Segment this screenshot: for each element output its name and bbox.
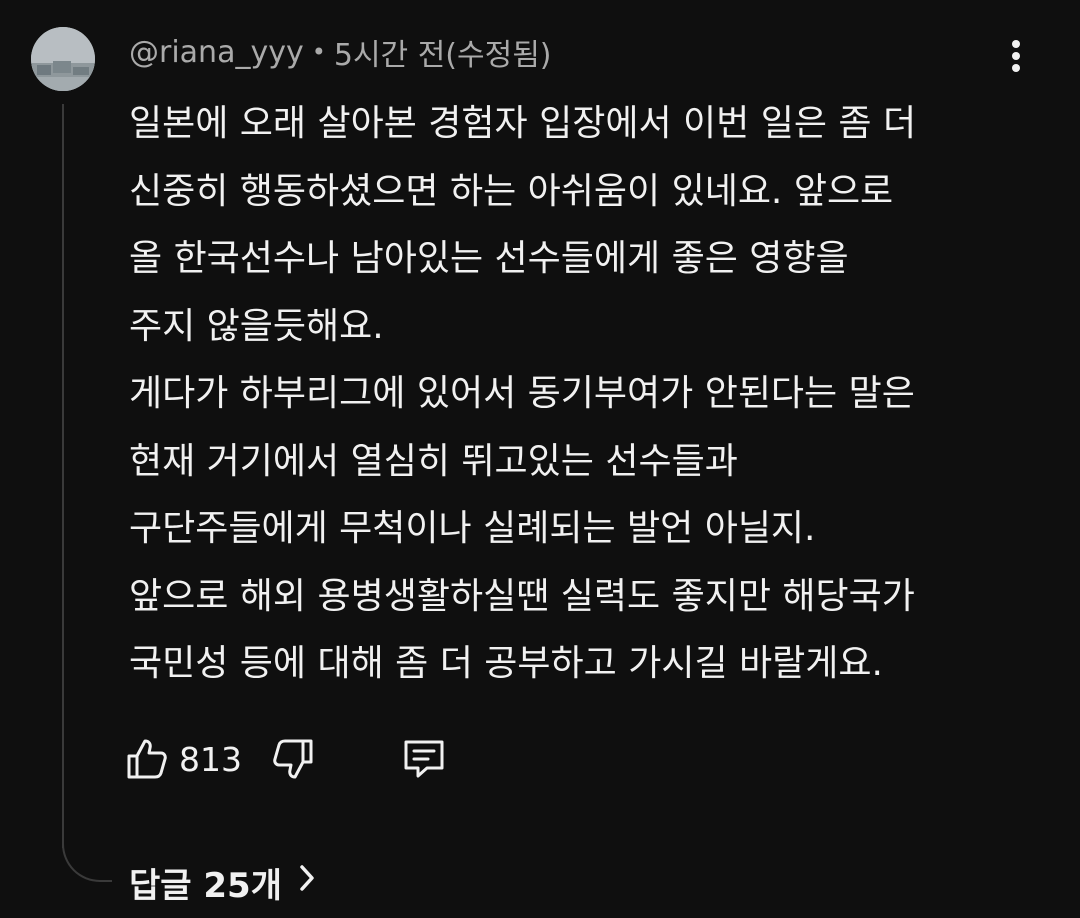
thumb-down-icon xyxy=(273,739,313,779)
replies-label: 답글 25개 xyxy=(129,865,282,906)
more-options-button[interactable] xyxy=(996,34,1036,78)
thread-connector xyxy=(62,836,112,882)
avatar-image xyxy=(31,27,95,91)
comment-line: 구단주들에게 무척이나 실례되는 발언 아닐지. xyxy=(129,508,816,549)
comment-actions: 813 xyxy=(124,734,484,784)
dislike-button[interactable] xyxy=(270,736,316,782)
comment-line: 현재 거기에서 열심히 뛰고있는 선수들과 xyxy=(129,440,738,482)
comment-line: 주지 않을듯해요. xyxy=(129,305,384,347)
more-vert-icon xyxy=(1012,40,1020,72)
comment-icon xyxy=(404,740,444,778)
comment-text: 일본에 오래 살아본 경험자 입장에서 이번 일은 좀 더 신중히 행동하셨으면… xyxy=(129,90,1029,698)
comment-header: @riana_yyy • 5시간 전(수정됨) xyxy=(129,30,552,74)
like-button[interactable] xyxy=(124,736,170,782)
reply-button[interactable] xyxy=(400,736,448,782)
comment-line: 일본에 오래 살아본 경험자 입장에서 이번 일은 좀 더 xyxy=(129,103,917,144)
header-separator: • xyxy=(311,38,326,66)
like-count: 813 xyxy=(179,740,242,779)
avatar[interactable] xyxy=(31,27,95,91)
comment-line: 국민성 등에 대해 좀 더 공부하고 가시길 바랄게요. xyxy=(129,643,883,684)
comment-timestamp[interactable]: 5시간 전(수정됨) xyxy=(334,30,552,74)
comment-line: 앞으로 해외 용병생활하실땐 실력도 좋지만 해당국가 xyxy=(129,575,915,617)
comment-line: 올 한국선수나 남아있는 선수들에게 좋은 영향을 xyxy=(129,238,849,279)
chevron-right-icon xyxy=(298,862,316,902)
thread-line xyxy=(62,104,64,848)
view-replies-link[interactable]: 답글 25개 xyxy=(129,857,316,907)
comment-line: 게다가 하부리그에 있어서 동기부여가 안된다는 말은 xyxy=(129,373,915,414)
comment-line: 신중히 행동하셨으면 하는 아쉬움이 있네요. 앞으로 xyxy=(129,170,894,212)
thumb-up-icon xyxy=(127,739,167,779)
author-handle[interactable]: @riana_yyy xyxy=(129,35,304,70)
